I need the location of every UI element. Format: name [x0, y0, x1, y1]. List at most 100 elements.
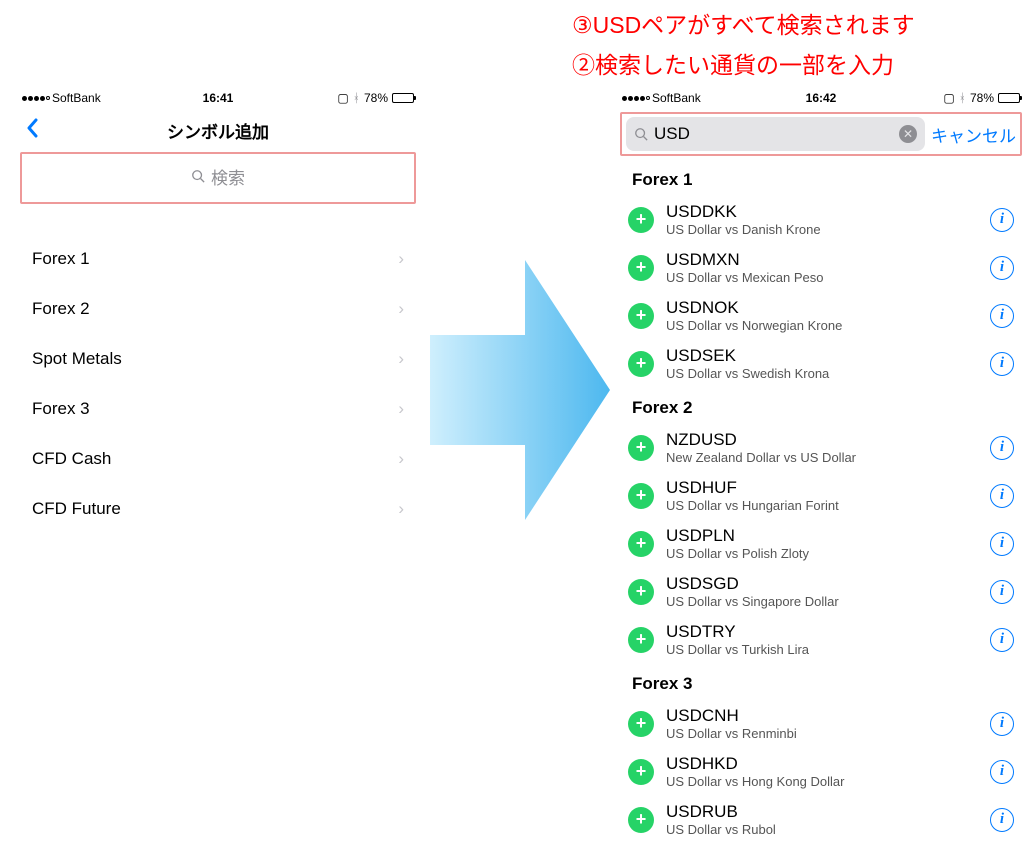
add-symbol-button[interactable]: + [628, 351, 654, 377]
add-symbol-button[interactable]: + [628, 807, 654, 833]
cancel-button[interactable]: キャンセル [931, 122, 1016, 147]
search-icon [191, 169, 205, 183]
section-header: Forex 1 [618, 160, 1024, 196]
symbol-row: + USDSGDUS Dollar vs Singapore Dollar i [618, 568, 1024, 616]
symbol-description: US Dollar vs Renminbi [666, 726, 978, 742]
symbol-text: USDDKKUS Dollar vs Danish Krone [666, 202, 978, 238]
symbol-name: USDDKK [666, 202, 978, 222]
info-button[interactable]: i [990, 304, 1014, 328]
info-button[interactable]: i [990, 580, 1014, 604]
category-row[interactable]: CFD Cash› [18, 434, 418, 484]
category-row[interactable]: Spot Metals › [18, 334, 418, 384]
add-symbol-button[interactable]: + [628, 303, 654, 329]
symbol-row: + USDHUFUS Dollar vs Hungarian Forint i [618, 472, 1024, 520]
search-placeholder-text: 検索 [211, 164, 245, 189]
symbol-name: USDMXN [666, 250, 978, 270]
add-symbol-button[interactable]: + [628, 531, 654, 557]
chevron-right-icon: › [398, 499, 404, 519]
phone-screen-right: SoftBank 16:42 ▢ ᚼ 78% ✕ キャンセル Forex 1 + U… [618, 88, 1024, 844]
status-bar: SoftBank 16:42 ▢ ᚼ 78% [618, 88, 1024, 108]
symbol-row: + USDDKKUS Dollar vs Danish Krone i [618, 196, 1024, 244]
clock: 16:42 [806, 91, 837, 105]
chevron-right-icon: › [398, 299, 404, 319]
add-symbol-button[interactable]: + [628, 627, 654, 653]
add-symbol-button[interactable]: + [628, 579, 654, 605]
battery-percent: 78% [364, 91, 388, 105]
info-button[interactable]: i [990, 256, 1014, 280]
status-bar: SoftBank 16:41 ▢ ᚼ 78% [18, 88, 418, 108]
symbol-text: USDRUBUS Dollar vs Rubol [666, 802, 978, 838]
info-button[interactable]: i [990, 628, 1014, 652]
category-row[interactable]: Forex 1› [18, 234, 418, 284]
info-button[interactable]: i [990, 712, 1014, 736]
category-label: Spot Metals [32, 349, 122, 369]
symbol-name: USDCNH [666, 706, 978, 726]
symbol-row: + USDCNHUS Dollar vs Renminbi i [618, 700, 1024, 748]
symbol-row: + USDMXNUS Dollar vs Mexican Peso i [618, 244, 1024, 292]
symbol-text: USDTRYUS Dollar vs Turkish Lira [666, 622, 978, 658]
symbol-name: USDHKD [666, 754, 978, 774]
info-button[interactable]: i [990, 352, 1014, 376]
symbol-name: USDPLN [666, 526, 978, 546]
back-button[interactable] [26, 118, 38, 138]
clear-search-button[interactable]: ✕ [899, 125, 917, 143]
category-row[interactable]: CFD Future › [18, 484, 418, 534]
category-label: CFD Cash [32, 449, 111, 469]
chevron-right-icon: › [398, 349, 404, 369]
results-list: Forex 1 + USDDKKUS Dollar vs Danish Krone i… [618, 160, 1024, 844]
info-button[interactable]: i [990, 760, 1014, 784]
category-row[interactable]: Forex 2› [18, 284, 418, 334]
symbol-name: USDTRY [666, 622, 978, 642]
category-label: CFD Future [32, 499, 121, 519]
symbol-text: USDSGDUS Dollar vs Singapore Dollar [666, 574, 978, 610]
info-button[interactable]: i [990, 208, 1014, 232]
symbol-description: New Zealand Dollar vs US Dollar [666, 450, 978, 466]
symbol-text: USDMXNUS Dollar vs Mexican Peso [666, 250, 978, 286]
symbol-text: USDCNHUS Dollar vs Renminbi [666, 706, 978, 742]
airplay-icon: ▢ [943, 91, 954, 105]
info-button[interactable]: i [990, 484, 1014, 508]
symbol-description: US Dollar vs Turkish Lira [666, 642, 978, 658]
symbol-name: USDHUF [666, 478, 978, 498]
bluetooth-icon: ᚼ [353, 91, 360, 105]
page-title: シンボル追加 [167, 118, 269, 143]
search-field[interactable]: 検索 [191, 164, 245, 189]
add-symbol-button[interactable]: + [628, 255, 654, 281]
category-label: Forex 3 [32, 399, 90, 419]
category-label: Forex 1 [32, 249, 90, 269]
info-button[interactable]: i [990, 436, 1014, 460]
symbol-description: US Dollar vs Mexican Peso [666, 270, 978, 286]
symbol-name: USDSGD [666, 574, 978, 594]
add-symbol-button[interactable]: + [628, 759, 654, 785]
category-list: Forex 1›Forex 2›Spot Metals›Forex 3›CFD … [18, 234, 418, 534]
search-input[interactable] [654, 124, 893, 144]
signal-dots-icon [622, 96, 650, 101]
category-row[interactable]: Forex 3› [18, 384, 418, 434]
symbol-description: US Dollar vs Danish Krone [666, 222, 978, 238]
signal-dots-icon [22, 96, 50, 101]
add-symbol-button[interactable]: + [628, 207, 654, 233]
symbol-text: NZDUSDNew Zealand Dollar vs US Dollar [666, 430, 978, 466]
battery-percent: 78% [970, 91, 994, 105]
add-symbol-button[interactable]: + [628, 435, 654, 461]
search-bar-highlight: ✕ キャンセル [620, 112, 1022, 156]
add-symbol-button[interactable]: + [628, 483, 654, 509]
symbol-row: + USDTRYUS Dollar vs Turkish Lira i [618, 616, 1024, 664]
info-button[interactable]: i [990, 808, 1014, 832]
search-icon [634, 127, 648, 141]
bluetooth-icon: ᚼ [959, 91, 966, 105]
symbol-text: USDHKDUS Dollar vs Hong Kong Dollar [666, 754, 978, 790]
symbol-description: US Dollar vs Hong Kong Dollar [666, 774, 978, 790]
clock: 16:41 [203, 91, 234, 105]
search-bar-highlight: 検索 [20, 152, 416, 204]
airplay-icon: ▢ [337, 91, 348, 105]
carrier-label: SoftBank [52, 91, 101, 105]
nav-bar: シンボル追加 [18, 108, 418, 152]
info-button[interactable]: i [990, 532, 1014, 556]
symbol-name: USDRUB [666, 802, 978, 822]
search-field[interactable]: ✕ [626, 117, 925, 151]
symbol-text: USDSEKUS Dollar vs Swedish Krona [666, 346, 978, 382]
symbol-description: US Dollar vs Hungarian Forint [666, 498, 978, 514]
symbol-row: + USDSEKUS Dollar vs Swedish Krona i [618, 340, 1024, 388]
add-symbol-button[interactable]: + [628, 711, 654, 737]
